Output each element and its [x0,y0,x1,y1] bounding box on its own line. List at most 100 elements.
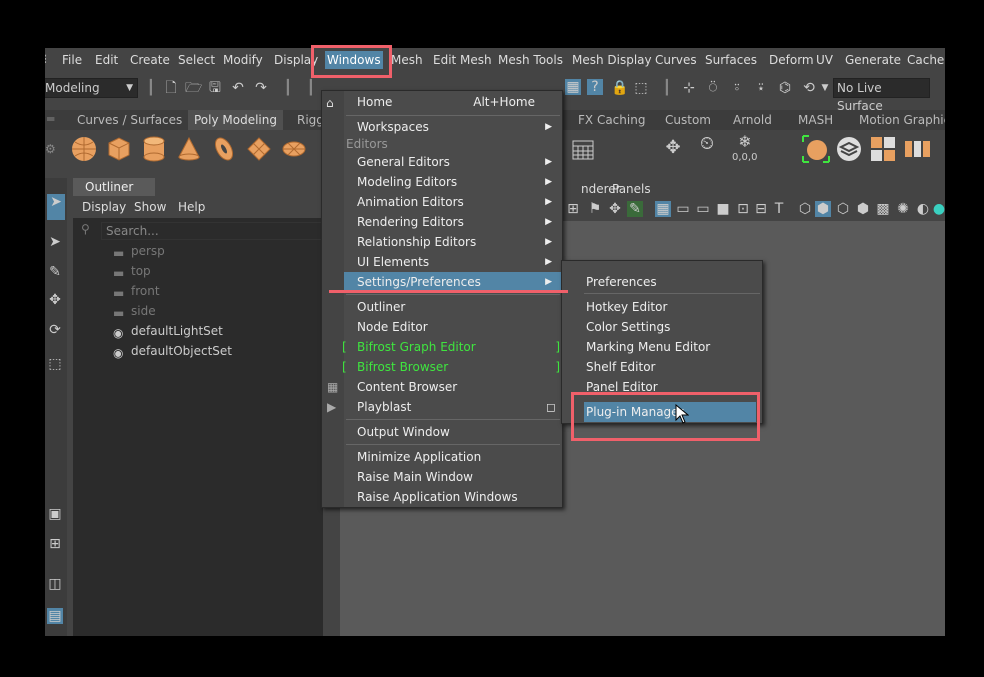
filter-icon[interactable]: ⚲ [81,222,90,236]
paint-tool-icon[interactable]: ✎ [47,264,63,280]
outliner-layout-icon[interactable]: ▤ [47,608,63,624]
layout-single-icon[interactable]: ▣ [47,506,63,522]
mash-network-icon[interactable] [869,135,897,163]
outliner-item-persp[interactable]: ▬ persp [113,242,165,260]
redo-icon[interactable]: ↷ [253,80,269,96]
bookmark-icon[interactable]: ⚑ [587,201,603,217]
menu-edit[interactable]: Edit [95,53,118,67]
live-object-icon[interactable]: ⟲ [801,80,817,96]
rotate-tool-icon[interactable]: ⟳ [47,322,63,338]
field-chart-icon[interactable]: ⊡ [735,201,751,217]
menu-edit-mesh[interactable]: Edit Mesh [433,53,492,67]
wireframe-on-shaded-icon[interactable]: ⬡ [835,201,851,217]
menu-item-minimize-application[interactable]: Minimize Application [322,447,562,467]
layers-icon[interactable] [835,135,863,163]
camera-attr-icon[interactable]: ⊞ [565,201,581,217]
mash-distribute-icon[interactable] [903,135,931,163]
submenu-item-color-settings[interactable]: Color Settings [562,317,762,337]
menu-mesh[interactable]: Mesh [391,53,423,67]
outliner-menu-display[interactable]: Display [82,200,126,214]
menu-item-general-editors[interactable]: General Editors ▶ [322,152,562,172]
outliner-item-defaultobjectset[interactable]: ◉ defaultObjectSet [113,342,232,360]
move-tool-icon[interactable]: ✥ [47,292,63,308]
chevron-down-icon[interactable]: ▼ [817,80,833,96]
open-scene-icon[interactable]: 🗁 [185,80,202,96]
menu-item-home[interactable]: Home Alt+Home [322,92,562,112]
submenu-item-shelf-editor[interactable]: Shelf Editor [562,357,762,377]
film-gate-icon[interactable]: ▭ [675,201,691,217]
lights-icon[interactable]: ✺ [895,201,911,217]
shelf-tab-curves-surfaces[interactable]: Curves / Surfaces [71,110,188,130]
menu-item-ui-elements[interactable]: UI Elements ▶ [322,252,562,272]
menu-item-animation-editors[interactable]: Animation Editors ▶ [322,192,562,212]
menu-item-rendering-editors[interactable]: Rendering Editors ▶ [322,212,562,232]
menu-mesh-tools[interactable]: Mesh Tools [498,53,563,67]
menu-item-raise-application-windows[interactable]: Raise Application Windows [322,487,562,507]
image-plane-icon[interactable]: ✥ [607,201,623,217]
poly-disc-icon[interactable] [280,135,308,163]
menu-modify[interactable]: Modify [223,53,263,67]
snap-view-icon[interactable]: ⍣ [753,80,769,96]
shelf-tab-arnold[interactable]: Arnold [727,110,778,130]
layout-four-icon[interactable]: ⊞ [47,536,63,552]
poly-cylinder-icon[interactable] [140,135,168,163]
xray-icon[interactable]: ⬢ [855,201,871,217]
menu-item-node-editor[interactable]: Node Editor [322,317,562,337]
textured-icon[interactable]: ▩ [875,201,891,217]
outliner-menu-help[interactable]: Help [178,200,205,214]
ambient-occlusion-icon[interactable]: ● [931,201,945,217]
freeze-icon[interactable]: ❄ [737,134,753,150]
menu-generate[interactable]: Generate [845,53,901,67]
poly-cube-icon[interactable] [105,135,133,163]
shelf-tab-mash[interactable]: MASH [792,110,839,130]
shelf-tab-fx-caching[interactable]: FX Caching [572,110,651,130]
shadows-icon[interactable]: ◐ [915,201,931,217]
undo-icon[interactable]: ↶ [230,80,246,96]
menu-create[interactable]: Create [130,53,170,67]
outliner-item-top[interactable]: ▬ top [113,262,151,280]
menu-item-bifrost-browser[interactable]: [Bifrost Browser] [322,357,562,377]
poly-cone-icon[interactable] [175,135,203,163]
scale-tool-icon[interactable]: ⬚ [47,356,63,372]
menu-select[interactable]: Select [178,53,215,67]
menu-curves[interactable]: Curves [655,53,697,67]
menu-item-workspaces[interactable]: Workspaces ▶ [322,117,562,137]
menu-deform[interactable]: Deform [769,53,814,67]
submenu-item-hotkey-editor[interactable]: Hotkey Editor [562,297,762,317]
menu-mesh-display[interactable]: Mesh Display [572,53,652,67]
pivot-icon[interactable]: ✥ [665,139,681,157]
outliner-menu-show[interactable]: Show [134,200,166,214]
poly-sphere-icon[interactable] [70,135,98,163]
panel-menu-panels[interactable]: Panels [612,182,651,196]
resolution-gate-icon[interactable]: ▭ [695,201,711,217]
snap-grid-icon[interactable]: ⊹ [681,80,697,96]
shelf-tab-motion-graphics[interactable]: Motion Graphics [853,110,945,130]
new-scene-icon[interactable]: 🗋 [163,80,179,96]
shelf-settings-icon[interactable]: ⚙ [45,142,56,156]
snap-point-icon[interactable]: ⍤ [729,80,745,96]
outliner-item-front[interactable]: ▬ front [113,282,160,300]
snap-surface-icon[interactable]: ⌬ [777,80,793,96]
menu-item-bifrost-graph-editor[interactable]: [Bifrost Graph Editor] [322,337,562,357]
outliner-item-side[interactable]: ▬ side [113,302,156,320]
menu-uv[interactable]: UV [816,53,833,67]
menu-surfaces[interactable]: Surfaces [705,53,757,67]
menu-file[interactable]: File [62,53,82,67]
save-scene-icon[interactable]: 🖫 [207,80,223,96]
live-surface-field[interactable]: No Live Surface [833,78,930,113]
menu-item-raise-main-window[interactable]: Raise Main Window [322,467,562,487]
lattice-select-icon[interactable] [802,135,830,163]
menu-cache[interactable]: Cache [907,53,944,67]
calendar-icon[interactable] [571,138,595,162]
submenu-item-preferences[interactable]: Preferences [562,272,762,292]
outliner-item-defaultlightset[interactable]: ◉ defaultLightSet [113,322,223,340]
menu-item-relationship-editors[interactable]: Relationship Editors ▶ [322,232,562,252]
menu-item-output-window[interactable]: Output Window [322,422,562,442]
menu-item-settings-preferences[interactable]: Settings/Preferences ▶ [344,272,562,292]
shelf-tab-custom[interactable]: Custom [659,110,717,130]
poly-torus-icon[interactable] [210,135,238,163]
layout-side-icon[interactable]: ◫ [47,576,63,592]
outliner-search-input[interactable]: Search... [101,222,327,240]
submenu-item-marking-menu-editor[interactable]: Marking Menu Editor [562,337,762,357]
wireframe-icon[interactable]: ⬡ [797,201,813,217]
